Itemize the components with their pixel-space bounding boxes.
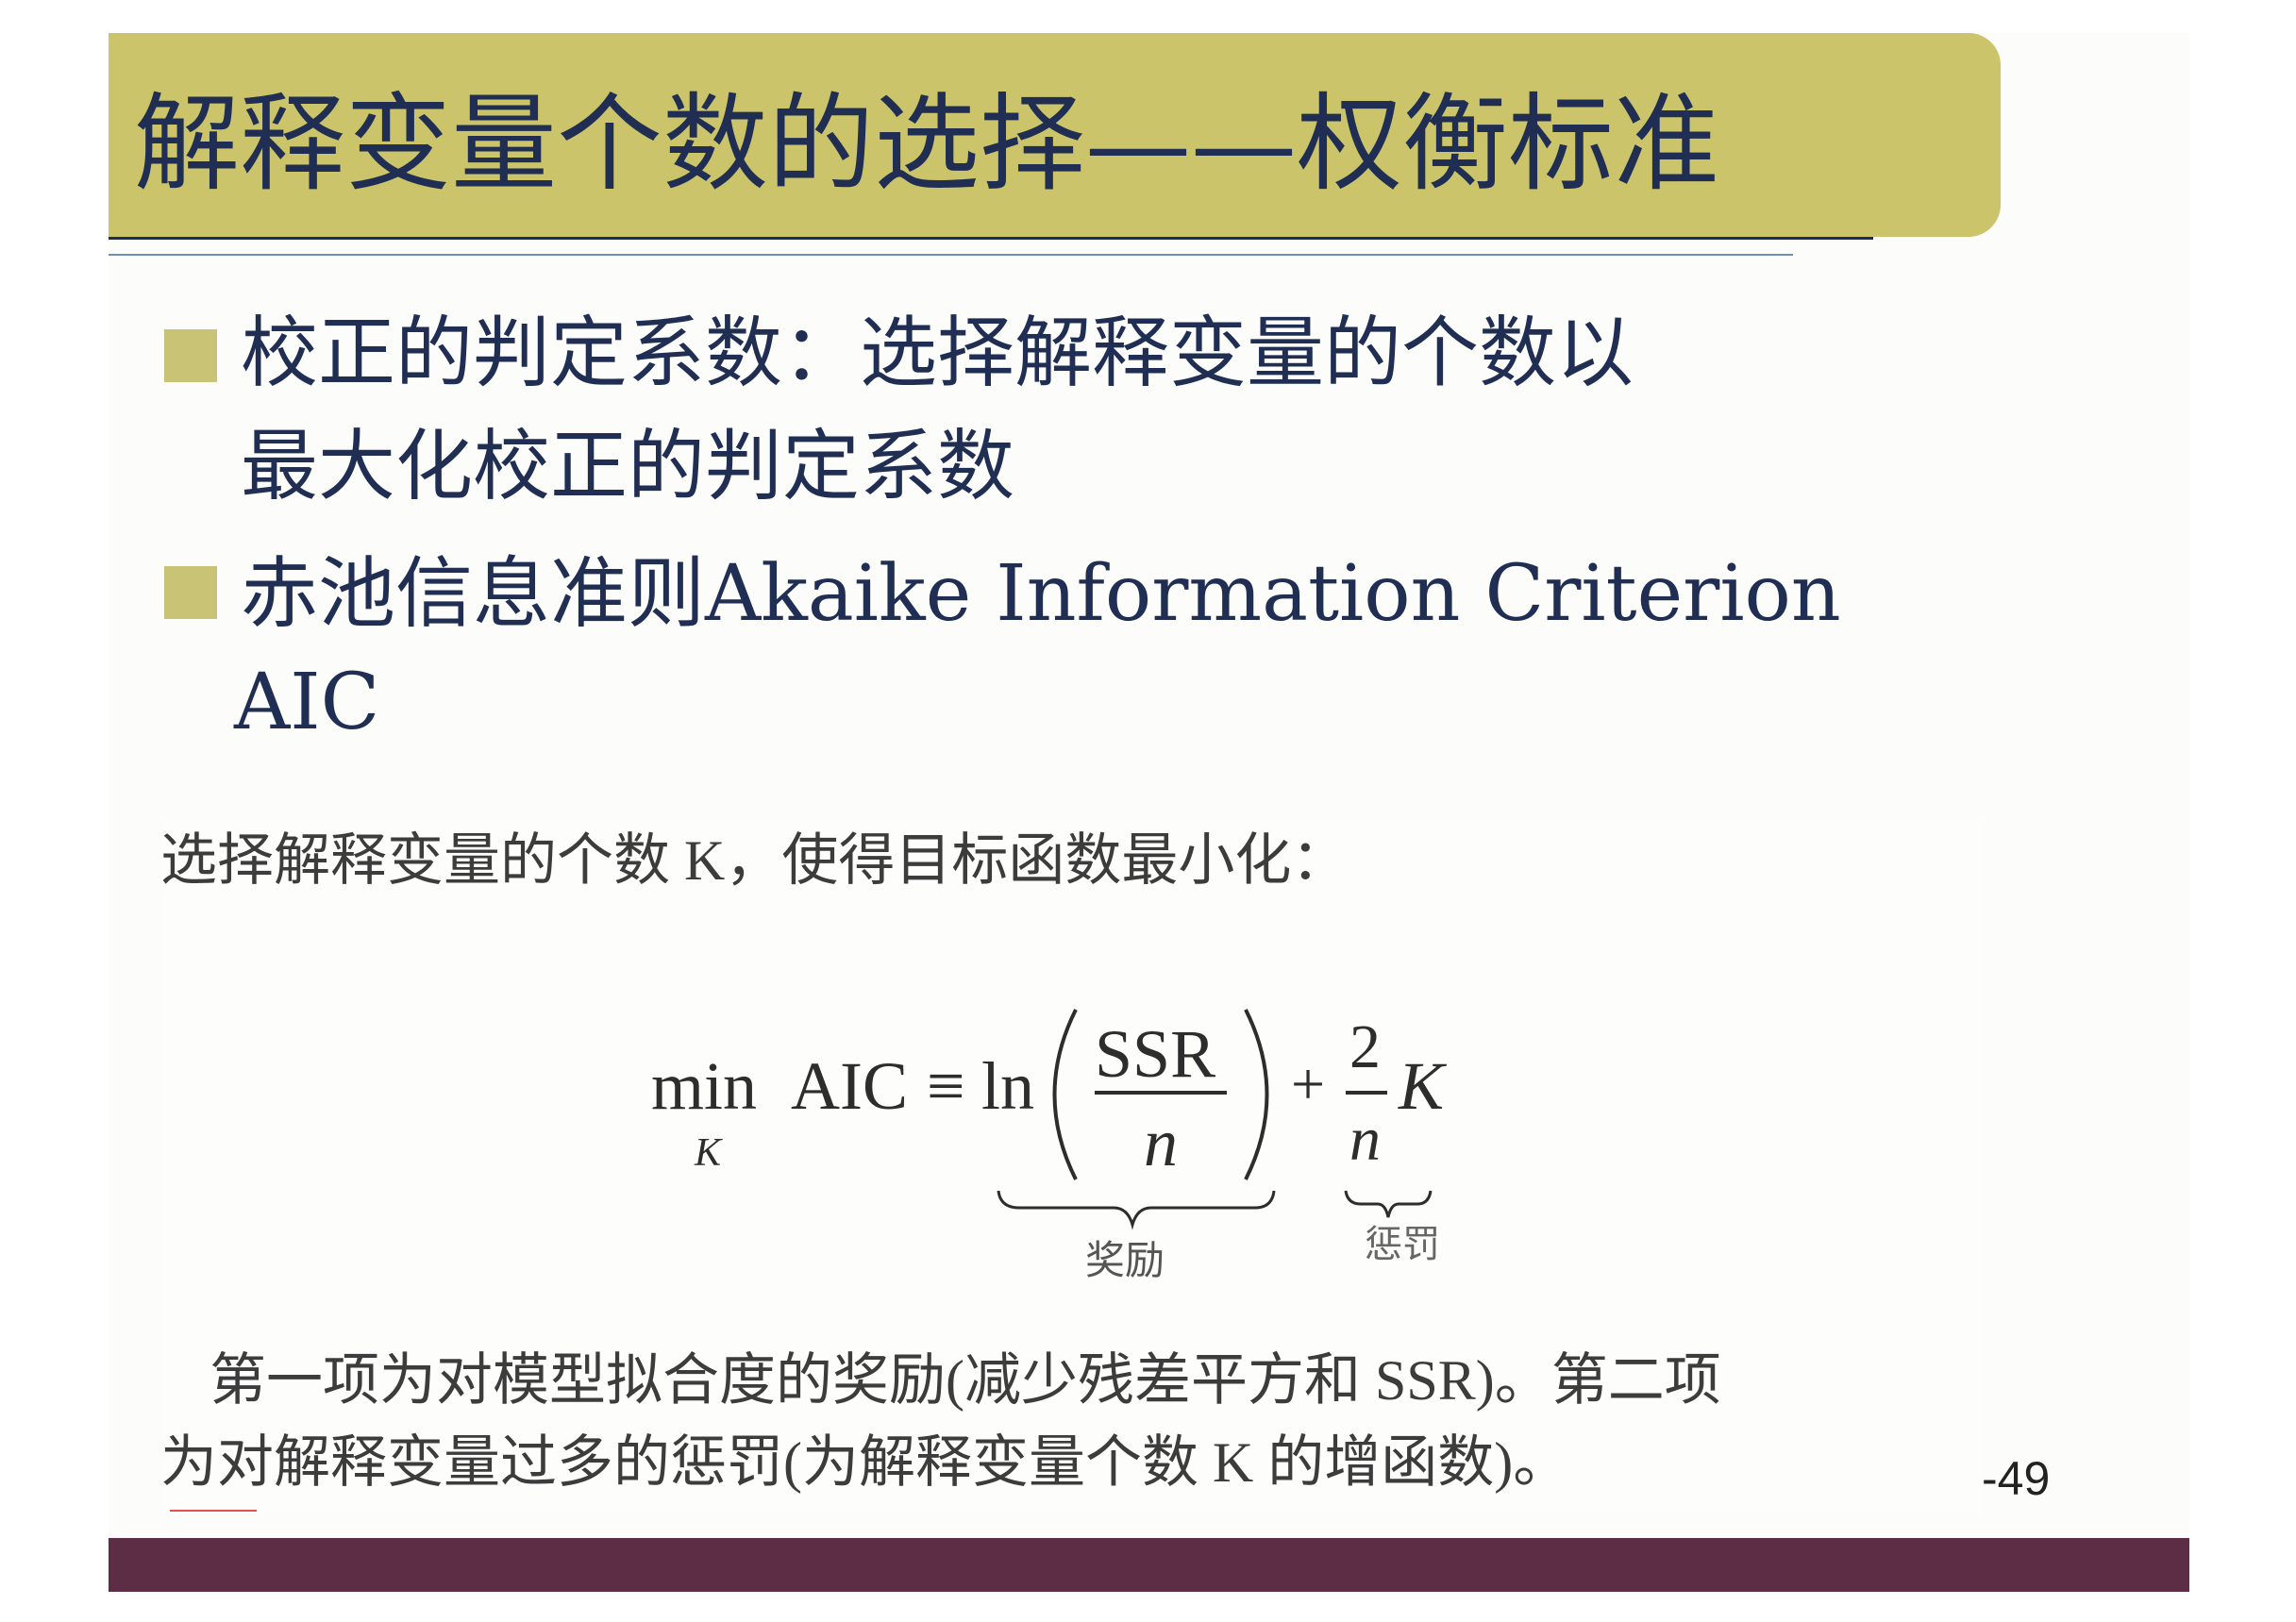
footer-bar bbox=[109, 1538, 2189, 1592]
formula-frac2-den: n bbox=[1349, 1105, 1381, 1174]
bullet-2-line-2: AIC bbox=[234, 658, 380, 747]
red-mark bbox=[170, 1510, 257, 1512]
panel-explanation-line-1: 第一项为对模型拟合度的奖励(减少残差平方和 SSR)。第二项 bbox=[209, 1349, 1721, 1412]
bullet-2-line-1: 赤池信息准则Akaike Information Criterion bbox=[241, 549, 1841, 639]
panel-intro: 选择解释变量的个数 K，使得目标函数最小化： bbox=[160, 829, 1349, 892]
formula-plus: + bbox=[1291, 1050, 1326, 1117]
brace-label-reward: 奖励 bbox=[1085, 1240, 1165, 1283]
title-underline bbox=[109, 237, 1873, 240]
formula-denominator: n bbox=[1144, 1105, 1178, 1180]
formula-k: K bbox=[1399, 1048, 1445, 1124]
bullet-1-line-2: 最大化校正的判定系数 bbox=[241, 422, 1015, 511]
slide-title: 解释变量个数的选择——权衡标准 bbox=[134, 83, 1719, 206]
bullet-marker bbox=[164, 566, 217, 619]
bullet-1-line-1: 校正的判定系数：选择解释变量的个数以 bbox=[241, 309, 1634, 398]
bullet-marker bbox=[164, 329, 217, 382]
aic-formula: min K AIC ≡ ln SSR n + 2 n K 奖励 惩罚 bbox=[651, 991, 1500, 1293]
formula-frac2-num: 2 bbox=[1349, 1012, 1381, 1081]
formula-numerator: SSR bbox=[1095, 1016, 1216, 1092]
panel-explanation-line-2: 为对解释变量过多的惩罚(为解释变量个数 K 的增函数)。 bbox=[160, 1431, 1570, 1494]
title-underline-thin bbox=[109, 254, 1793, 256]
page-number: -49 bbox=[1982, 1452, 2051, 1505]
brace-label-penalty: 惩罚 bbox=[1365, 1223, 1440, 1265]
